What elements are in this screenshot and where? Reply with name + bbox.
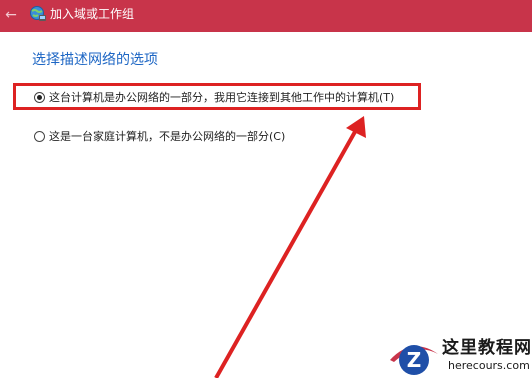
watermark-url: herecours.com	[448, 359, 530, 372]
radio-home-computer[interactable]	[34, 130, 45, 142]
page-heading: 选择描述网络的选项	[32, 52, 158, 68]
network-globe-icon	[30, 6, 46, 21]
watermark-title: 这里教程网	[442, 338, 532, 358]
back-arrow-icon[interactable]: ←	[2, 6, 20, 24]
svg-text:Z: Z	[407, 348, 422, 372]
title-bar: ← 加入域或工作组	[0, 0, 532, 32]
option-home-computer[interactable]: 这是一台家庭计算机，不是办公网络的一部分(C)	[34, 127, 285, 145]
option-home-computer-label[interactable]: 这是一台家庭计算机，不是办公网络的一部分(C)	[49, 128, 285, 144]
watermark-logo: Z	[390, 345, 438, 375]
window-title: 加入域或工作组	[50, 7, 135, 21]
highlight-box	[13, 83, 421, 110]
